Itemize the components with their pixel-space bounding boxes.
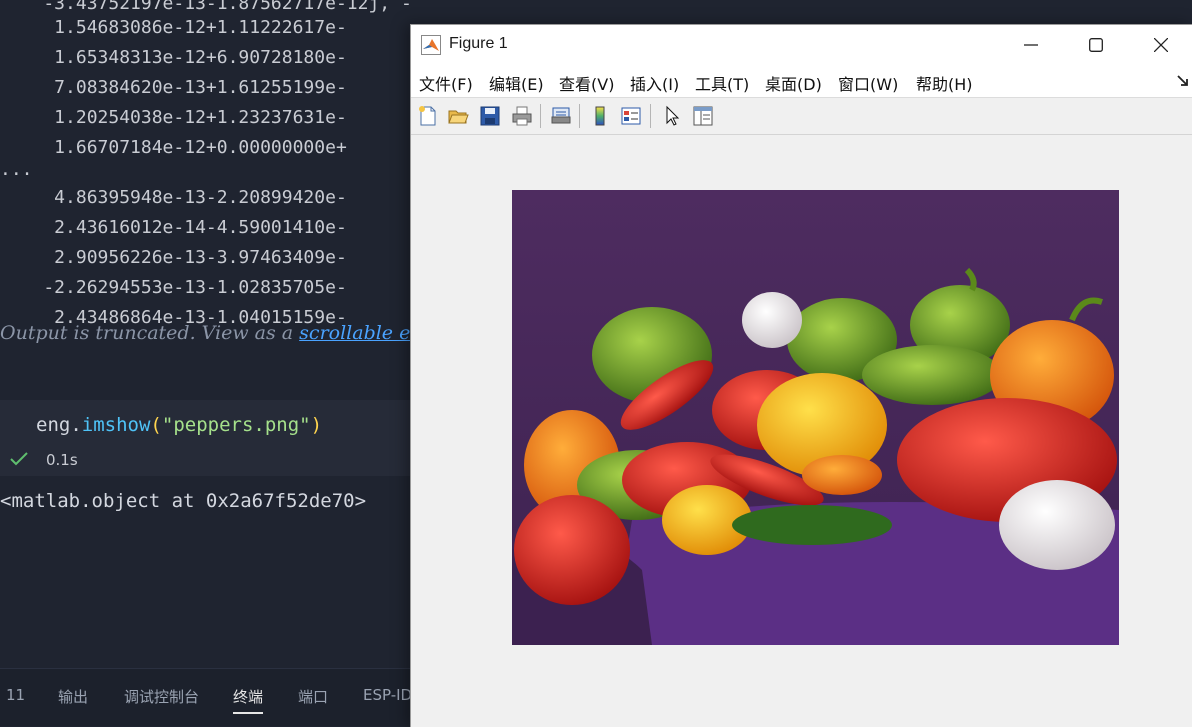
truncation-text: Output is truncated. View as a [0,322,300,344]
menu-file[interactable]: 文件(F) [419,71,473,95]
notebook-editor: -3.43752197e-13-1.87562717e-12j, -1.8761… [0,0,412,726]
print-button[interactable] [509,103,535,129]
output-line: -2.26294553e-13-1.02835705e- [0,277,347,298]
output-line: 2.43616012e-14-4.59001410e- [0,217,347,238]
cell-result: <matlab.object at 0x2a67f52de70> [0,490,367,512]
open-file-icon [448,110,469,124]
panel-tab-bar: 11 输出 调试控制台 终端 端口 ESP-ID [0,668,412,726]
panel-tab-esp-idf[interactable]: ESP-ID [363,686,412,704]
new-figure-icon [419,106,436,126]
output-line: 7.08384620e-13+1.61255199e- [0,77,347,98]
menu-help[interactable]: 帮助(H) [916,71,973,95]
minimize-button[interactable] [1003,25,1059,65]
pointer-icon [666,105,680,126]
toolbar-separator [650,104,651,128]
matlab-logo-icon [421,35,441,55]
code-open-paren: ( [150,414,162,436]
close-button[interactable] [1133,25,1189,65]
edit-plot-button[interactable] [659,103,685,129]
dock-arrow-icon[interactable] [1177,75,1189,87]
minimize-icon [1024,44,1038,46]
output-line: 2.90956226e-13-3.97463409e- [0,247,347,268]
output-line: 1.54683086e-12+1.11222617e- [0,17,347,38]
figure-title-bar[interactable]: Figure 1 [411,25,1192,65]
output-line: 1.20254038e-12+1.23237631e- [0,107,347,128]
property-inspector-icon [693,106,713,126]
cell-code[interactable]: eng.imshow("peppers.png") [36,414,322,436]
save-icon [480,106,500,126]
legend-button[interactable] [618,103,644,129]
execution-time: 0.1s [46,451,78,469]
open-file-button[interactable] [445,103,471,129]
code-function: imshow [81,414,151,436]
menu-edit[interactable]: 编辑(E) [489,71,544,95]
save-button[interactable] [477,103,503,129]
figure-window[interactable]: Figure 1 文件(F) 编辑(E) 查看(V) 插入(I) 工具(T) 桌… [410,24,1192,727]
close-icon [1154,38,1168,52]
print-icon [512,106,532,126]
print-preview-button[interactable] [548,103,574,129]
figure-toolbar [411,98,1192,135]
peppers-photo [512,190,1119,645]
print-preview-icon [551,107,571,124]
output-line: 4.86395948e-13-2.20899420e- [0,187,347,208]
toolbar-separator [579,104,580,128]
output-line: -3.43752197e-13-1.87562717e-12j, -1.8761… [43,0,412,14]
output-line: 1.66707184e-12+0.00000000e+ [0,137,347,158]
colorbar-button[interactable] [587,103,613,129]
menu-insert[interactable]: 插入(I) [630,71,679,95]
panel-tab-debug-console[interactable]: 调试控制台 [124,686,199,707]
toolbar-separator [540,104,541,128]
menu-bar: 文件(F) 编辑(E) 查看(V) 插入(I) 工具(T) 桌面(D) 窗口(W… [411,65,1192,98]
panel-tab-problems-count[interactable]: 11 [6,686,25,704]
menu-window[interactable]: 窗口(W) [838,71,898,95]
window-title: Figure 1 [449,35,508,52]
colorbar-icon [595,106,605,126]
panel-tab-ports[interactable]: 端口 [298,686,328,707]
menu-view[interactable]: 查看(V) [559,71,614,95]
maximize-button[interactable] [1068,25,1124,65]
code-var: eng [36,414,71,436]
menu-tools[interactable]: 工具(T) [695,71,749,95]
maximize-icon [1089,38,1103,52]
success-check-icon [10,452,28,466]
scrollable-element-link[interactable]: scrollable element [299,322,412,344]
code-dot: . [70,414,82,436]
new-figure-button[interactable] [415,103,441,129]
menu-desktop[interactable]: 桌面(D) [765,71,822,95]
output-line: 1.65348313e-12+6.90728180e- [0,47,347,68]
panel-tab-output[interactable]: 输出 [58,686,88,707]
panel-tab-terminal[interactable]: 终端 [233,686,264,714]
legend-icon [621,107,641,125]
code-close-paren: ) [310,414,323,436]
code-cell[interactable]: eng.imshow("peppers.png") 0.1s [0,400,412,476]
output-line: ... [0,159,33,180]
code-string: "peppers.png" [161,414,311,436]
truncation-notice: Output is truncated. View as a scrollabl… [0,322,412,344]
peppers-image [512,190,1119,645]
property-inspector-button[interactable] [690,103,716,129]
